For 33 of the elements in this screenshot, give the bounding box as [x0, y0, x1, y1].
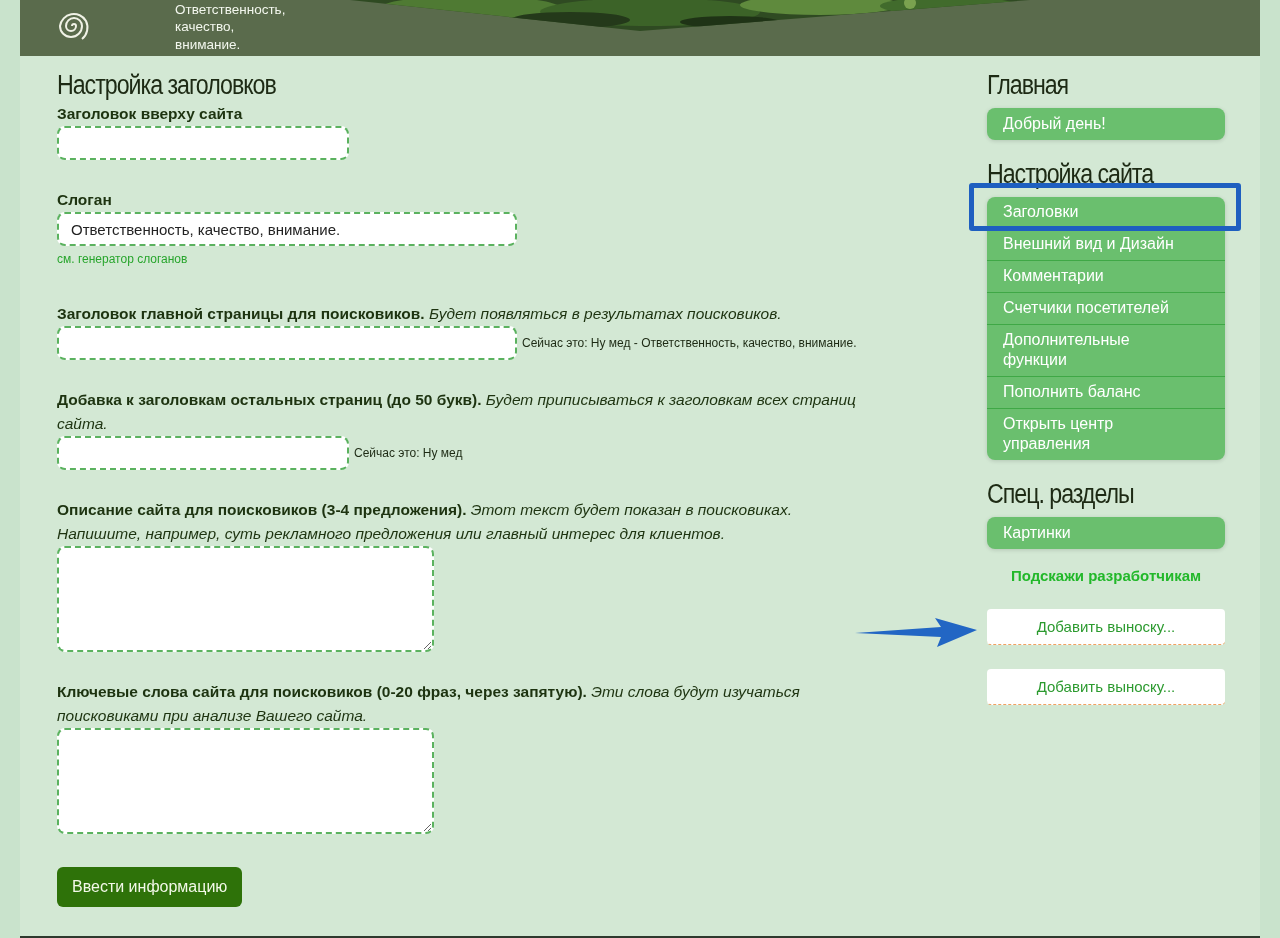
- slogan-generator-link[interactable]: см. генератор слоганов: [57, 252, 987, 266]
- menu-item[interactable]: Добрый день!: [987, 108, 1225, 140]
- field-label: Добавка к заголовкам остальных страниц (до 50 букв). Будет приписываться к заголовкам всех страниц сайта.: [57, 390, 857, 434]
- section-heading: Настройка сайта: [987, 158, 1155, 191]
- add-callout-button[interactable]: Добавить выноску...: [987, 609, 1225, 645]
- menu-item[interactable]: Внешний вид и Дизайн: [987, 228, 1225, 260]
- site-slogan: Ответственность, качество, внимание.: [175, 0, 286, 54]
- text-area[interactable]: [57, 728, 434, 834]
- menu-item[interactable]: Счетчики посетителей: [987, 292, 1225, 324]
- field-label: Ключевые слова сайта для поисковиков (0-20 фраз, через запятую). Эти слова будут изучаться поисковиками при анализе Вашего сайта.: [57, 682, 801, 726]
- submit-button[interactable]: Ввести информацию: [57, 867, 243, 907]
- field-label: Слоган: [57, 190, 113, 210]
- menu-item[interactable]: Дополнительные функции: [987, 324, 1225, 376]
- text-field[interactable]: [57, 126, 349, 160]
- section-heading: Главная: [987, 69, 1070, 102]
- current-value-note: Сейчас это: Ну мед: [354, 446, 463, 460]
- page-title: Настройка заголовков: [57, 69, 277, 102]
- add-callout-button[interactable]: Добавить выноску...: [987, 669, 1225, 705]
- field-label: Заголовок вверху сайта: [57, 104, 244, 124]
- menu-item[interactable]: Открыть центр управления: [987, 408, 1225, 460]
- feedback-link[interactable]: Подскажи разработчикам: [987, 567, 1225, 584]
- text-field[interactable]: [57, 326, 517, 360]
- current-value-note: Сейчас это: Ну мед - Ответственность, качество, внимание.: [522, 336, 857, 350]
- menu-item[interactable]: Картинки: [987, 517, 1225, 549]
- menu-item[interactable]: Комментарии: [987, 260, 1225, 292]
- menu-item[interactable]: Заголовки: [987, 197, 1225, 228]
- text-field[interactable]: [57, 436, 349, 470]
- field-label: Описание сайта для поисковиков (3-4 предложения). Этот текст будет показан в поисковиках. Напишите, например, суть рекламного предложения или главный интерес для клиентов.: [57, 500, 793, 544]
- field-label: Заголовок главной страницы для поисковиков. Будет появляться в результатах поисковиков.: [57, 304, 783, 324]
- text-area[interactable]: [57, 546, 434, 652]
- section-heading: Спец. разделы: [987, 478, 1135, 511]
- menu-item[interactable]: Пополнить баланс: [987, 376, 1225, 408]
- text-field[interactable]: Ответственность, качество, внимание.: [57, 212, 517, 246]
